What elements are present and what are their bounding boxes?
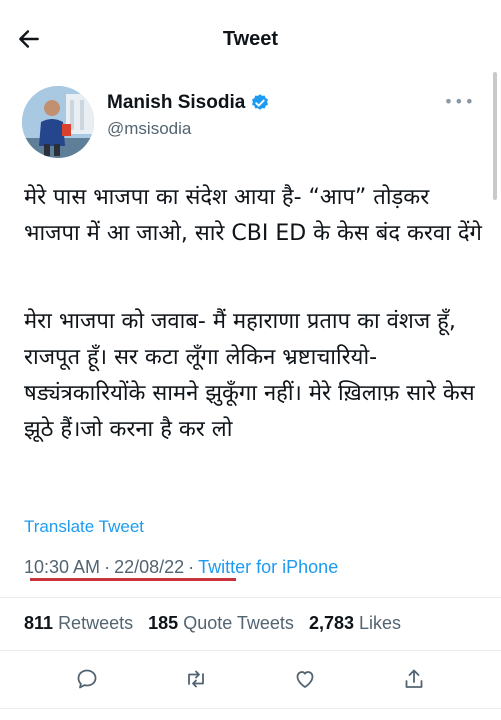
tweet-meta: 10:30 AM · 22/08/22 · Twitter for iPhone xyxy=(24,557,338,578)
author-handle[interactable]: @msisodia xyxy=(107,119,191,139)
like-icon[interactable] xyxy=(288,662,322,696)
divider xyxy=(0,708,501,709)
quote-tweets-label[interactable]: Quote Tweets xyxy=(183,613,294,633)
share-icon[interactable] xyxy=(397,662,431,696)
meta-separator: · xyxy=(188,557,195,577)
divider xyxy=(0,650,501,651)
avatar[interactable] xyxy=(22,86,94,158)
author-name[interactable]: Manish Sisodia xyxy=(107,92,245,114)
retweets-label[interactable]: Retweets xyxy=(58,613,133,633)
quote-tweets-count[interactable]: 185 xyxy=(148,613,178,633)
page-title: Tweet xyxy=(222,28,279,50)
annotation-underline xyxy=(30,578,236,581)
translate-tweet-link[interactable]: Translate Tweet xyxy=(24,517,144,537)
more-options-icon[interactable]: ••• xyxy=(444,92,475,111)
verified-badge-icon xyxy=(252,94,269,110)
tweet-actions xyxy=(0,662,501,696)
scrollbar[interactable] xyxy=(493,72,497,200)
reply-icon[interactable] xyxy=(70,662,104,696)
meta-separator: · xyxy=(104,557,111,577)
top-bar: Tweet xyxy=(0,0,501,80)
likes-label[interactable]: Likes xyxy=(359,613,401,633)
author-name-row[interactable]: Manish Sisodia xyxy=(107,92,270,114)
tweet-stats: 811 Retweets 185 Quote Tweets 2,783 Like… xyxy=(24,613,411,634)
tweet-source-link[interactable]: Twitter for iPhone xyxy=(198,557,338,577)
tweet-paragraph-2: मेरा भाजपा को जवाब- मैं महाराणा प्रताप क… xyxy=(24,309,475,442)
tweet-time: 10:30 AM xyxy=(24,557,101,577)
divider xyxy=(0,597,501,598)
tweet-date: 22/08/22 xyxy=(114,557,185,577)
retweet-icon[interactable] xyxy=(179,662,213,696)
tweet-paragraph-1: मेरे पास भाजपा का संदेश आया है- “आप” तोड… xyxy=(24,185,482,246)
retweets-count[interactable]: 811 xyxy=(24,613,53,633)
likes-count[interactable]: 2,783 xyxy=(309,613,354,633)
